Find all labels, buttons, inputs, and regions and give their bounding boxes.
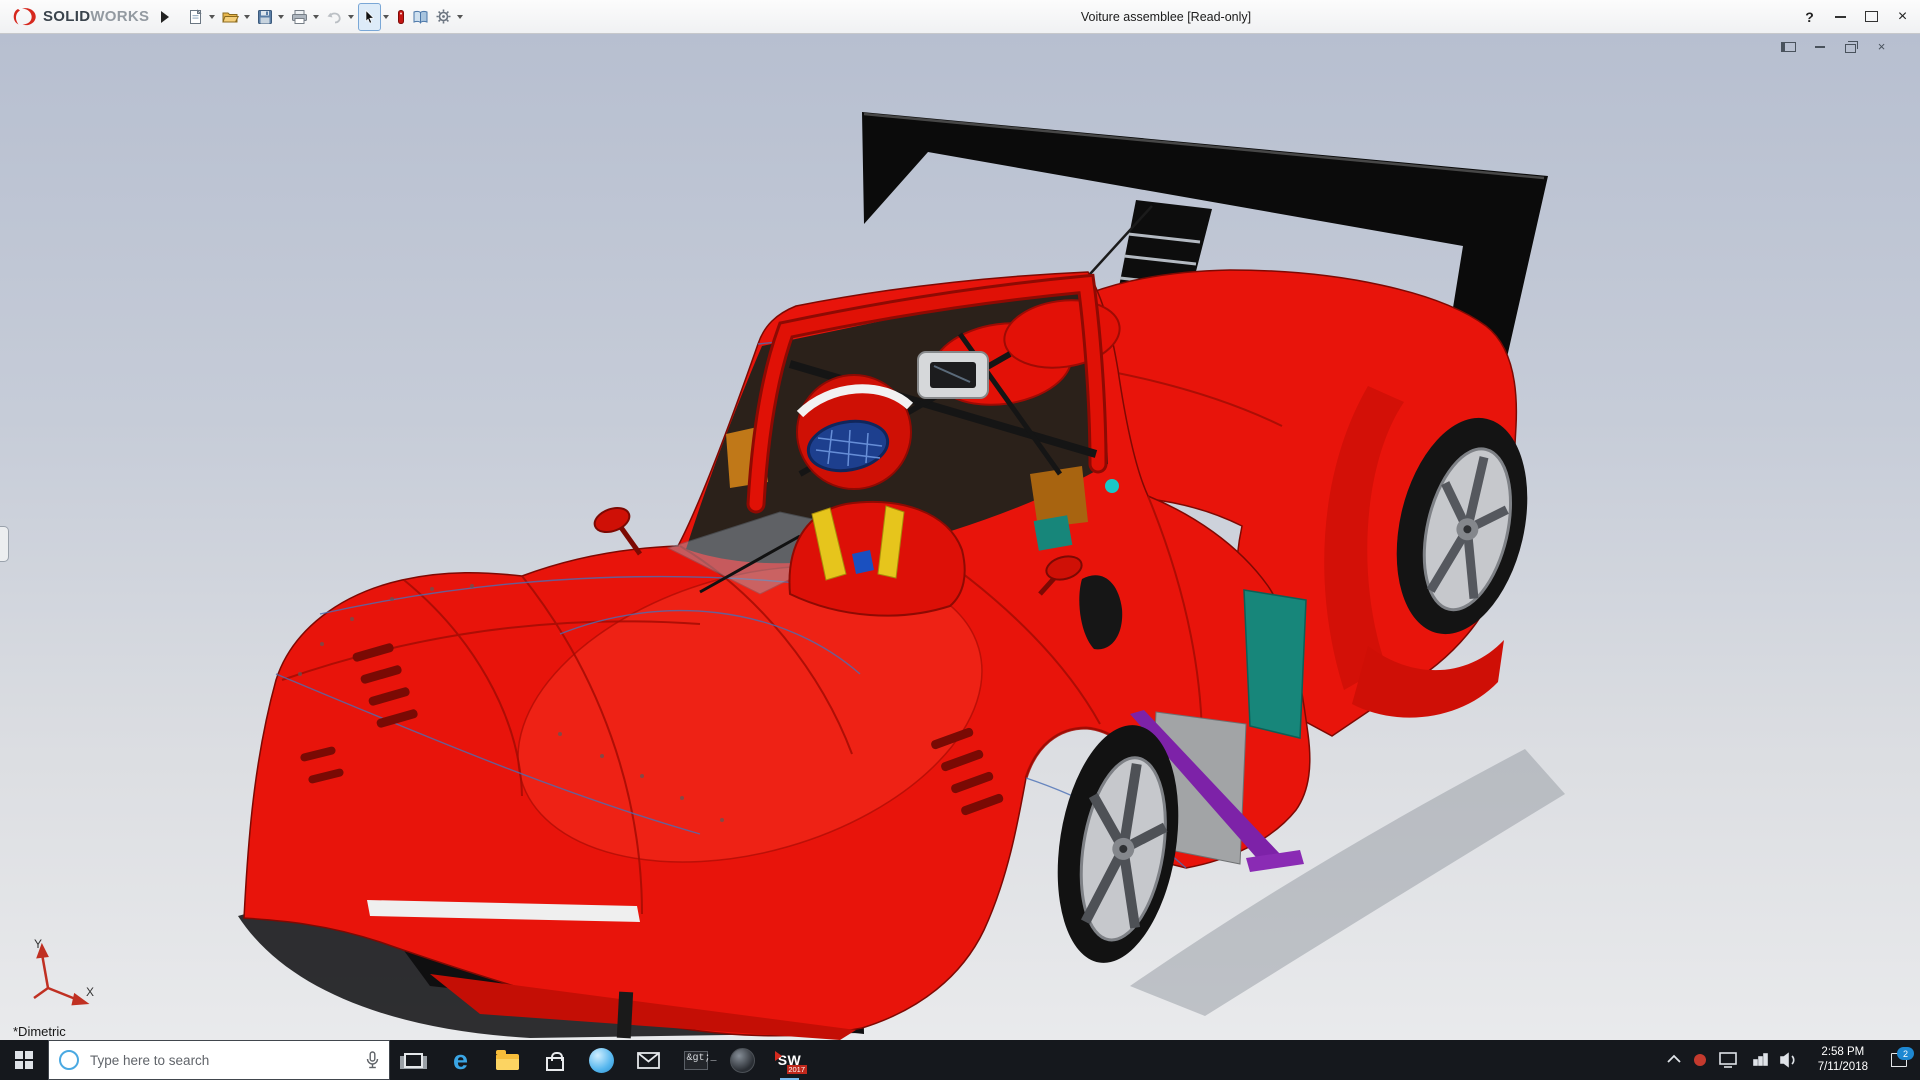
ds-logo-icon: [10, 7, 38, 27]
minimize-button[interactable]: [1825, 0, 1856, 33]
new-dropdown-caret[interactable]: [209, 15, 215, 19]
panel-flyout-handle[interactable]: [0, 526, 9, 562]
save-dropdown-caret[interactable]: [278, 15, 284, 19]
doc-close-button[interactable]: ×: [1873, 39, 1890, 54]
brand-name: SOLIDWORKS: [43, 8, 149, 25]
clock-date: 7/11/2018: [1818, 1060, 1868, 1075]
open-document-button[interactable]: [219, 4, 242, 30]
tray-volume-icon: [1781, 1054, 1794, 1066]
car-model[interactable]: [0, 34, 1920, 1040]
mail-icon: [637, 1052, 660, 1069]
system-tray: 2:58 PM 7/11/2018 2: [1662, 1040, 1920, 1080]
taskbar: e &gt;_ SW 2017: [0, 1040, 1920, 1080]
cortana-icon: [59, 1050, 79, 1070]
select-arrow-icon: [362, 9, 377, 25]
tray-network-icon: [1754, 1054, 1768, 1065]
open-folder-icon: [222, 9, 239, 25]
performance-button[interactable]: [393, 4, 409, 30]
doc-minimize-button[interactable]: [1811, 39, 1828, 54]
window-title: Voiture assemblee [Read-only]: [1081, 10, 1251, 24]
settings-button[interactable]: [432, 4, 455, 30]
help-button[interactable]: ?: [1794, 0, 1825, 33]
undo-button[interactable]: [323, 4, 346, 30]
app-command-prompt[interactable]: &gt;_: [672, 1040, 719, 1080]
notification-badge: 2: [1897, 1047, 1914, 1060]
dock-icon: [1781, 42, 1796, 52]
skype-icon: [589, 1048, 614, 1073]
select-dropdown-caret[interactable]: [383, 15, 389, 19]
maximize-button[interactable]: [1856, 0, 1887, 33]
performance-icon: [396, 9, 406, 25]
tray-expand-icon: [1668, 1056, 1680, 1062]
doc-restore-button[interactable]: [1842, 39, 1859, 54]
app-file-explorer[interactable]: [484, 1040, 531, 1080]
save-button[interactable]: [254, 4, 276, 30]
minimize-icon: [1835, 16, 1846, 18]
print-button[interactable]: [288, 4, 311, 30]
app-edge[interactable]: e: [437, 1040, 484, 1080]
app-skype[interactable]: [578, 1040, 625, 1080]
options-book-button[interactable]: [409, 4, 432, 30]
undo-icon: [326, 9, 343, 25]
print-dropdown-caret[interactable]: [313, 15, 319, 19]
steam-icon: [730, 1048, 755, 1073]
doc-minimize-icon: [1815, 46, 1825, 48]
menu-expander-icon[interactable]: [161, 11, 169, 23]
action-center-button[interactable]: 2: [1878, 1040, 1920, 1080]
tray-icons[interactable]: [1662, 1047, 1812, 1073]
view-orientation-label: *Dimetric: [13, 1024, 66, 1039]
store-icon: [546, 1057, 564, 1071]
app-steam[interactable]: [719, 1040, 766, 1080]
dock-window-button[interactable]: [1780, 39, 1797, 54]
save-icon: [257, 9, 273, 25]
open-dropdown-caret[interactable]: [244, 15, 250, 19]
taskbar-clock[interactable]: 2:58 PM 7/11/2018: [1812, 1045, 1878, 1075]
task-view-icon: [404, 1053, 423, 1068]
close-button[interactable]: ×: [1887, 0, 1918, 33]
triad-y-label: Y: [34, 938, 42, 951]
orientation-triad: Y X: [16, 938, 96, 1012]
task-view-button[interactable]: [390, 1040, 437, 1080]
gear-icon: [435, 8, 452, 25]
windows-logo-icon: [15, 1051, 33, 1069]
start-button[interactable]: [0, 1040, 48, 1080]
window-controls: ? ×: [1794, 0, 1918, 33]
print-icon: [291, 9, 308, 25]
clock-time: 2:58 PM: [1818, 1045, 1868, 1060]
taskbar-search[interactable]: [48, 1040, 390, 1080]
tray-display-icon: [1720, 1053, 1736, 1067]
maximize-icon: [1865, 11, 1878, 22]
app-store[interactable]: [531, 1040, 578, 1080]
doc-restore-icon: [1845, 44, 1856, 53]
titlebar: SOLIDWORKS: [0, 0, 1920, 34]
undo-dropdown-caret[interactable]: [348, 15, 354, 19]
quick-toolbar: [185, 3, 467, 31]
search-input[interactable]: [88, 1052, 356, 1069]
edge-icon: e: [453, 1047, 468, 1074]
command-prompt-icon: &gt;_: [684, 1051, 708, 1070]
triad-x-label: X: [86, 985, 94, 999]
options-book-icon: [412, 9, 429, 25]
rearview-mirror[interactable]: [918, 352, 988, 398]
tray-red-app-icon: [1694, 1054, 1706, 1066]
brand-works: WORKS: [90, 8, 149, 25]
app-mail[interactable]: [625, 1040, 672, 1080]
file-explorer-icon: [496, 1054, 519, 1070]
settings-dropdown-caret[interactable]: [457, 15, 463, 19]
new-document-button[interactable]: [185, 4, 207, 30]
microphone-icon[interactable]: [365, 1051, 380, 1070]
document-window-controls: ×: [1780, 39, 1890, 54]
side-mirror-left[interactable]: [591, 504, 640, 554]
select-tool-button[interactable]: [358, 3, 381, 31]
app-solidworks-2017[interactable]: SW 2017: [766, 1040, 813, 1080]
new-document-icon: [188, 9, 204, 25]
solidworks-icon: SW 2017: [774, 1047, 806, 1074]
graphics-viewport[interactable]: × Y X *Dimetric: [0, 34, 1920, 1040]
brand-solid: SOLID: [43, 8, 90, 25]
solidworks-logo: SOLIDWORKS: [0, 7, 157, 27]
